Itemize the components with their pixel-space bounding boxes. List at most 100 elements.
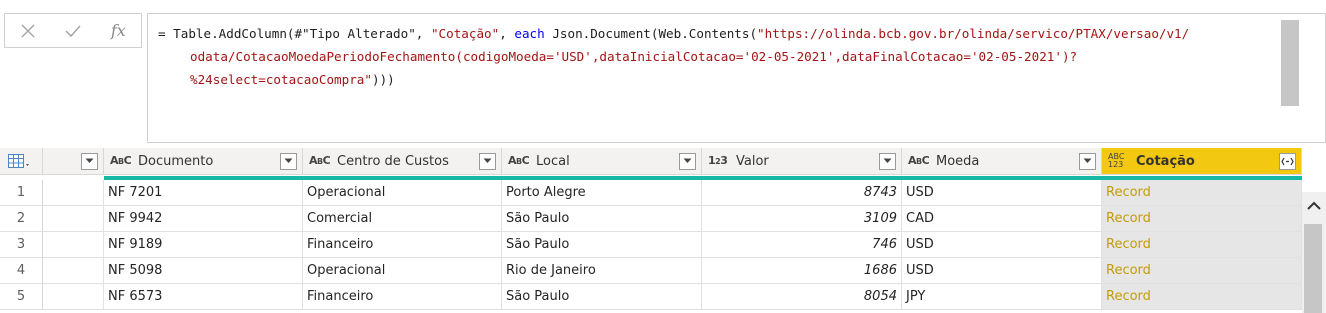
table-cell — [43, 258, 104, 284]
row-number[interactable]: 2 — [0, 206, 43, 232]
table-cell: 1686 — [702, 258, 902, 284]
column-header-blank[interactable] — [43, 148, 104, 175]
chevron-down-icon — [284, 158, 293, 163]
formula-bar-buttons: fx — [4, 13, 142, 48]
scrollbar-thumb[interactable] — [1304, 224, 1322, 313]
text-type-icon: ABC — [110, 153, 132, 167]
record-link[interactable]: Record — [1102, 232, 1302, 258]
fx-label: fx — [110, 21, 126, 40]
table-row[interactable]: 5 NF 6573 Financeiro São Paulo 8054 JPY Record — [0, 284, 1302, 310]
table-row[interactable]: 4 NF 5098 Operacional Rio de Janeiro 1686 USD… — [0, 258, 1302, 284]
record-link[interactable]: Record — [1102, 206, 1302, 232]
table-cell: São Paulo — [502, 284, 702, 310]
row-number[interactable]: 1 — [0, 180, 43, 206]
row-number[interactable]: 4 — [0, 258, 43, 284]
table-cell: NF 9942 — [104, 206, 303, 232]
check-icon — [65, 24, 81, 37]
any-type-icon: ABC 123 — [1108, 152, 1125, 169]
column-header-local[interactable]: ABC Local — [502, 148, 702, 175]
expand-column-button[interactable] — [1279, 152, 1296, 170]
column-header-label: Valor — [736, 153, 769, 169]
table-cell — [43, 180, 104, 206]
table-cell: 8743 — [702, 180, 902, 206]
grid-vertical-scrollbar[interactable] — [1302, 192, 1326, 313]
column-header-moeda[interactable]: ABC Moeda — [902, 148, 1102, 175]
table-cell: Operacional — [303, 258, 502, 284]
table-cell: 8054 — [702, 284, 902, 310]
formula-editor[interactable]: = Table.AddColumn(#"Tipo Alterado", "Cot… — [147, 13, 1326, 143]
table-cell: NF 7201 — [104, 180, 303, 206]
formula-code: ))) — [371, 72, 395, 87]
column-header-cota-o[interactable]: ABC 123 Cotação — [1102, 148, 1302, 175]
table-row[interactable]: 1 NF 7201 Operacional Porto Alegre 8743 USD Re… — [0, 180, 1302, 206]
record-link[interactable]: Record — [1102, 180, 1302, 206]
table-icon — [8, 154, 29, 168]
formula-line: %24select=cotacaoCompra"))) — [158, 68, 1282, 91]
column-filter-dropdown[interactable] — [1079, 152, 1096, 170]
column-header-label: Local — [536, 153, 570, 169]
chevron-down-icon — [883, 158, 892, 163]
table-row[interactable]: 3 NF 9189 Financeiro São Paulo 746 USD Record — [0, 232, 1302, 258]
formula-text[interactable]: = Table.AddColumn(#"Tipo Alterado", "Cot… — [158, 22, 1282, 91]
formula-line: = Table.AddColumn(#"Tipo Alterado", "Cot… — [158, 22, 1282, 45]
scroll-up-button[interactable] — [1302, 196, 1326, 216]
record-link[interactable]: Record — [1102, 284, 1302, 310]
column-filter-dropdown[interactable] — [280, 152, 297, 170]
formula-code: , — [499, 26, 515, 41]
table-cell: Rio de Janeiro — [502, 258, 702, 284]
table-cell: Operacional — [303, 180, 502, 206]
text-type-icon: ABC — [309, 153, 331, 167]
formula-string: odata/CotacaoMoedaPeriodoFechamento(codi… — [190, 49, 1078, 64]
number-type-icon: 123 — [708, 153, 728, 167]
column-filter-dropdown[interactable] — [479, 152, 496, 170]
confirm-edit-button[interactable] — [50, 14, 95, 47]
chevron-down-icon — [483, 158, 492, 163]
table-cell: 3109 — [702, 206, 902, 232]
column-filter-dropdown[interactable] — [81, 152, 98, 170]
insert-function-button[interactable]: fx — [96, 14, 141, 47]
chevron-down-icon — [85, 158, 94, 163]
text-type-icon: ABC — [508, 153, 530, 167]
column-header-valor[interactable]: 123 Valor — [702, 148, 902, 175]
expand-icon — [1281, 157, 1294, 165]
table-cell: Porto Alegre — [502, 180, 702, 206]
table-row[interactable]: 2 NF 9942 Comercial São Paulo 3109 CAD Record — [0, 206, 1302, 232]
column-header-label: Centro de Custos — [337, 153, 449, 169]
column-header-documento[interactable]: ABC Documento — [104, 148, 303, 175]
row-number[interactable]: 5 — [0, 284, 43, 310]
column-header-label: Documento — [138, 153, 214, 169]
table-cell: São Paulo — [502, 206, 702, 232]
table-cell: JPY — [902, 284, 1102, 310]
table-menu-button[interactable] — [0, 148, 43, 175]
column-filter-dropdown[interactable] — [679, 152, 696, 170]
column-header-label: Moeda — [936, 153, 980, 169]
table-cell: 746 — [702, 232, 902, 258]
record-link[interactable]: Record — [1102, 258, 1302, 284]
table-cell: Financeiro — [303, 232, 502, 258]
formula-line: odata/CotacaoMoedaPeriodoFechamento(codi… — [158, 45, 1282, 68]
column-header-row: ABC Documento ABC Centro de Custos ABC Local 1… — [0, 148, 1302, 175]
formula-string: "https://olinda.bcb.gov.br/olinda/servic… — [757, 26, 1190, 41]
text-type-icon: ABC — [908, 153, 930, 167]
table-cell: NF 9189 — [104, 232, 303, 258]
formula-string: %24select=cotacaoCompra" — [190, 72, 372, 87]
table-cell: São Paulo — [502, 232, 702, 258]
formula-string: "Cotação" — [430, 26, 500, 41]
formula-keyword: each — [514, 26, 545, 41]
table-cell: USD — [902, 258, 1102, 284]
row-number[interactable]: 3 — [0, 232, 43, 258]
table-cell: NF 5098 — [104, 258, 303, 284]
column-filter-dropdown[interactable] — [879, 152, 896, 170]
close-icon — [21, 23, 35, 38]
table-cell: CAD — [902, 206, 1102, 232]
table-cell: Comercial — [303, 206, 502, 232]
table-cell — [43, 284, 104, 310]
cancel-edit-button[interactable] — [5, 14, 50, 47]
column-header-centro-de-custos[interactable]: ABC Centro de Custos — [303, 148, 502, 175]
chevron-up-icon — [1307, 201, 1321, 210]
formula-code: = Table.AddColumn(#"Tipo Alterado", — [158, 26, 431, 41]
chevron-down-icon — [1083, 158, 1092, 163]
table-cell — [43, 206, 104, 232]
formula-scrollbar-thumb[interactable] — [1281, 20, 1299, 106]
table-cell: NF 6573 — [104, 284, 303, 310]
